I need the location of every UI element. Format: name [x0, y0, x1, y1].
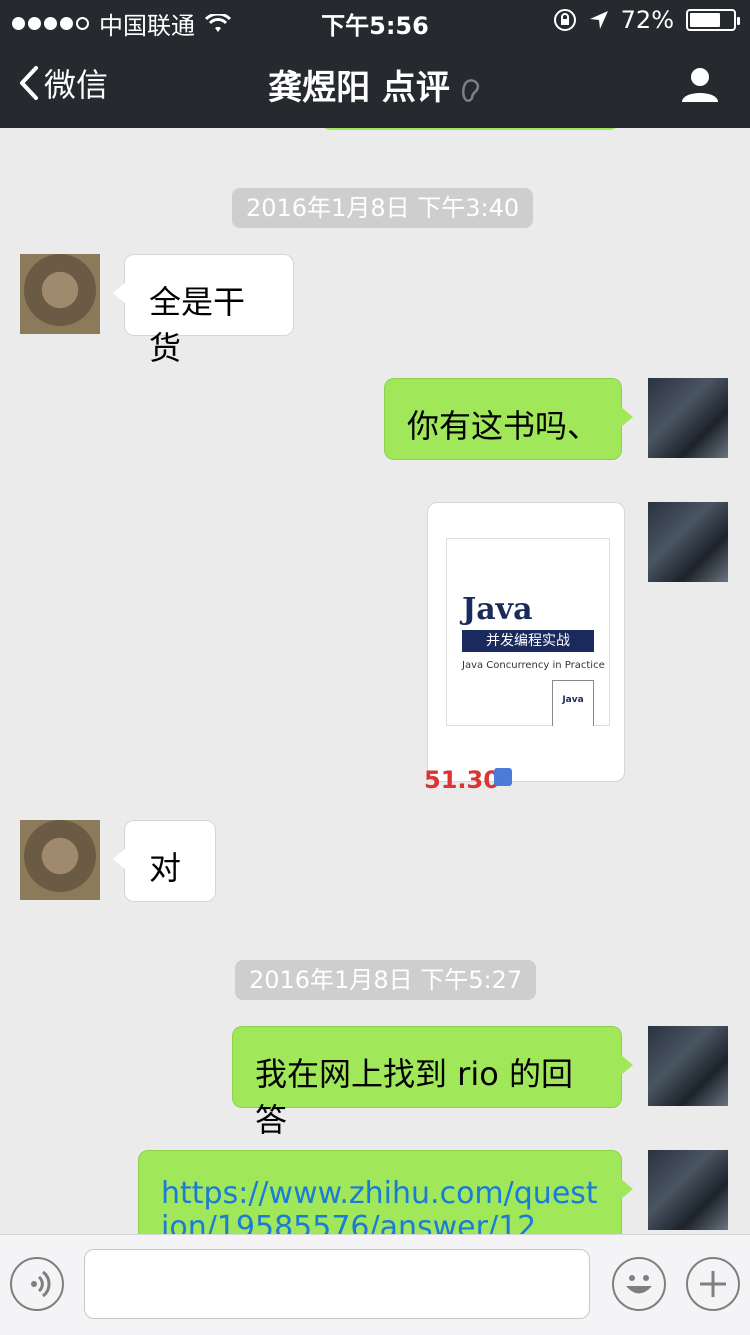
user-icon[interactable]	[680, 64, 720, 104]
book-english-title: Java Concurrency in Practice	[462, 660, 605, 671]
book-cover-image[interactable]: Java 并发编程实战 Java Concurrency in Practice…	[446, 538, 610, 726]
voice-button[interactable]	[10, 1257, 64, 1311]
message-link[interactable]: https://www.zhihu.com/question/19585576/…	[161, 1177, 601, 1235]
previous-message-bubble	[322, 128, 618, 130]
message-text: 我在网上找到 rio 的回答	[255, 1055, 573, 1139]
ear-icon	[461, 78, 480, 102]
timestamp: 2016年1月8日 下午3:40	[232, 188, 534, 228]
status-right: 72%	[553, 6, 740, 34]
nav-bar: 微信 龚煜阳 点评	[0, 40, 750, 128]
avatar-self[interactable]	[648, 1026, 728, 1106]
avatar-self[interactable]	[648, 1150, 728, 1230]
avatar-self[interactable]	[648, 378, 728, 458]
message-bubble[interactable]: 我在网上找到 rio 的回答	[232, 1026, 633, 1139]
orientation-lock-icon	[553, 9, 576, 31]
message-input[interactable]	[84, 1249, 590, 1319]
price-badge-icon	[494, 768, 512, 786]
link-message-bubble[interactable]: https://www.zhihu.com/question/19585576/…	[138, 1150, 633, 1235]
book-mini-cover: Java	[552, 680, 594, 726]
chat-area[interactable]: 2016年1月8日 下午3:40 全是干货 你有这书吗、 Java 并发编程实战…	[0, 128, 750, 1234]
book-subtitle: 并发编程实战	[462, 630, 594, 652]
message-bubble[interactable]: 全是干货	[113, 254, 294, 367]
chat-title-wrap: 龚煜阳 点评	[0, 60, 750, 109]
message-text: 对	[149, 849, 182, 887]
book-title: Java	[462, 592, 533, 627]
emoji-button[interactable]	[612, 1257, 666, 1311]
plus-icon	[700, 1271, 726, 1297]
top-bar: 中国联通 下午5:56 72% 微信 龚煜阳 点评	[0, 0, 750, 128]
avatar-self[interactable]	[648, 502, 728, 582]
message-text: 你有这书吗、	[407, 407, 600, 445]
message-bubble[interactable]: 你有这书吗、	[384, 378, 633, 460]
emoji-icon	[626, 1275, 652, 1294]
location-icon	[589, 11, 608, 29]
status-bar: 中国联通 下午5:56 72%	[0, 0, 750, 40]
battery-icon	[686, 9, 740, 31]
voice-icon	[31, 1270, 51, 1298]
message-text: 全是干货	[149, 283, 246, 367]
avatar-contact[interactable]	[20, 254, 100, 334]
plus-button[interactable]	[686, 1257, 740, 1311]
avatar-contact[interactable]	[20, 820, 100, 900]
timestamp: 2016年1月8日 下午5:27	[235, 960, 537, 1000]
battery-label: 72%	[620, 6, 674, 34]
book-price: 51.30	[424, 766, 500, 794]
book-mini-title: Java	[562, 695, 584, 705]
battery-fill	[690, 13, 720, 27]
chat-title: 龚煜阳 点评	[268, 68, 450, 108]
input-bar	[0, 1234, 750, 1335]
message-bubble[interactable]: 对	[113, 820, 216, 902]
